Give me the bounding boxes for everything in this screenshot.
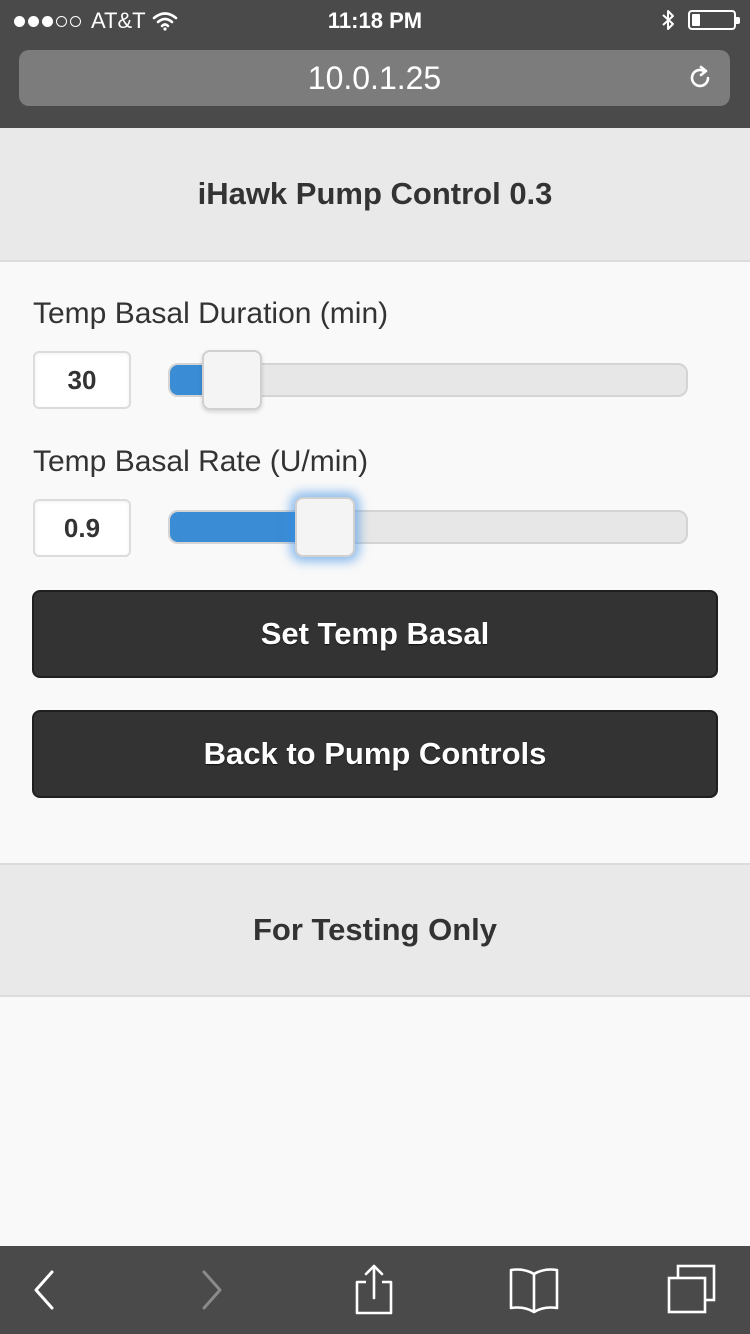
duration-value-input[interactable]: 30	[33, 351, 131, 409]
share-icon[interactable]	[346, 1264, 402, 1316]
forward-icon[interactable]	[184, 1264, 240, 1316]
status-right	[660, 8, 740, 32]
battery-icon	[688, 10, 740, 30]
duration-label: Temp Basal Duration (min)	[33, 297, 389, 330]
rate-slider-thumb[interactable]	[295, 497, 355, 557]
duration-slider-thumb[interactable]	[202, 350, 262, 410]
status-bar: AT&T 11:18 PM	[0, 0, 750, 40]
bluetooth-icon	[662, 10, 674, 30]
set-temp-basal-button[interactable]: Set Temp Basal	[32, 590, 718, 678]
back-icon[interactable]	[20, 1264, 76, 1316]
page-title: iHawk Pump Control 0.3	[197, 176, 553, 211]
duration-slider[interactable]	[168, 350, 688, 410]
url-text: 10.0.1.25	[307, 60, 442, 96]
tabs-icon[interactable]	[664, 1264, 720, 1316]
footer-text: For Testing Only	[253, 912, 497, 947]
reload-icon[interactable]	[686, 64, 714, 92]
browser-bottom-toolbar	[0, 1246, 750, 1334]
battery-level	[692, 14, 700, 26]
url-bar[interactable]: 10.0.1.25	[19, 50, 730, 106]
bookmarks-icon[interactable]	[506, 1264, 562, 1316]
rate-value-input[interactable]: 0.9	[33, 499, 131, 557]
back-to-pump-controls-button[interactable]: Back to Pump Controls	[32, 710, 718, 798]
page-footer: For Testing Only	[0, 863, 750, 997]
rate-slider[interactable]	[168, 497, 688, 557]
page-header: iHawk Pump Control 0.3	[0, 128, 750, 262]
set-temp-basal-label: Set Temp Basal	[260, 616, 490, 651]
rate-label: Temp Basal Rate (U/min)	[33, 445, 369, 478]
browser-top-chrome: AT&T 11:18 PM 10.0.1.25	[0, 0, 750, 128]
back-to-pump-controls-label: Back to Pump Controls	[203, 736, 547, 771]
status-time: 11:18 PM	[327, 8, 423, 33]
